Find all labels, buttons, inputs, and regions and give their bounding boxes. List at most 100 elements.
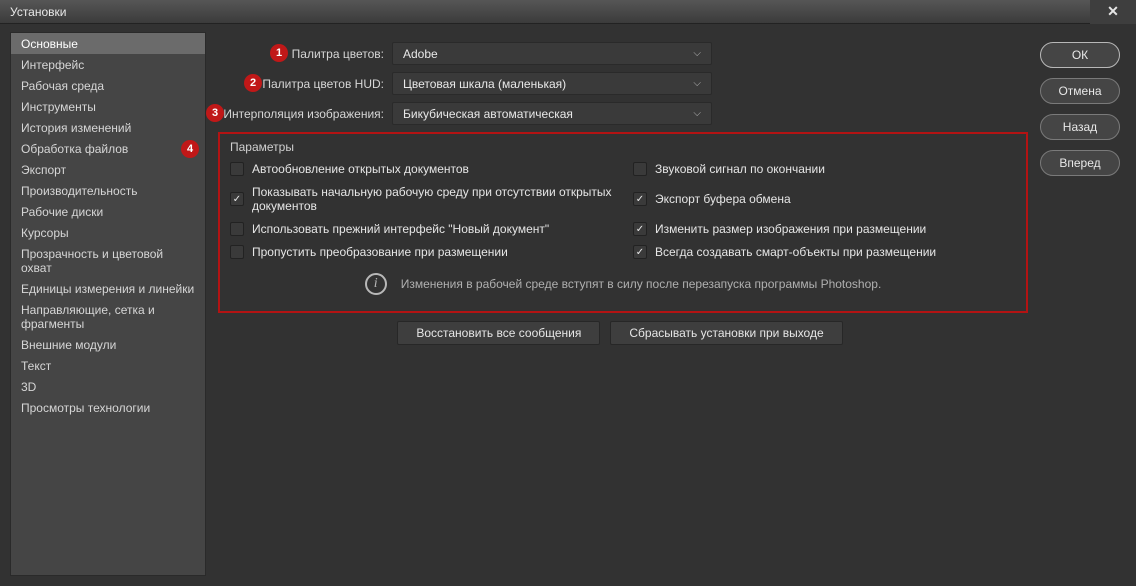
annotation-marker-1: 1 — [270, 44, 288, 62]
checkbox-smart-objects[interactable]: Всегда создавать смарт-объекты при разме… — [633, 245, 1016, 259]
sidebar-item-label: Прозрачность и цветовой охват — [21, 247, 163, 275]
window-title: Установки — [0, 5, 66, 19]
chevron-down-icon: ⌵ — [693, 78, 701, 89]
select-value: Adobe — [403, 47, 438, 61]
button-label: Вперед — [1059, 156, 1100, 170]
sidebar-item-label: 3D — [21, 380, 36, 394]
sidebar-item-label: Рабочая среда — [21, 79, 104, 93]
sidebar-item-filehandling[interactable]: Обработка файлов 4 — [11, 138, 205, 159]
checkbox-box — [633, 192, 647, 206]
reset-on-quit-button[interactable]: Сбрасывать установки при выходе — [610, 321, 842, 345]
checkbox-box — [230, 222, 244, 236]
row-hud-picker: 2 Палитра цветов HUD: Цветовая шкала (ма… — [212, 72, 1028, 95]
checkbox-box — [230, 162, 244, 176]
select-value: Цветовая шкала (маленькая) — [403, 77, 566, 91]
label-interpolation: Интерполяция изображения: — [212, 107, 392, 121]
chevron-down-icon: ⌵ — [693, 108, 701, 119]
label-color-picker: Палитра цветов: — [212, 47, 392, 61]
checkbox-label: Изменить размер изображения при размещен… — [655, 222, 926, 236]
sidebar-item-performance[interactable]: Производительность — [11, 180, 205, 201]
checkbox-box — [230, 192, 244, 206]
checkbox-resize-on-place[interactable]: Изменить размер изображения при размещен… — [633, 222, 1016, 236]
prev-button[interactable]: Назад — [1040, 114, 1120, 140]
checkbox-export-clipboard[interactable]: Экспорт буфера обмена — [633, 185, 1016, 213]
annotation-marker-4: 4 — [181, 140, 199, 158]
ok-button[interactable]: ОК — [1040, 42, 1120, 68]
row-interpolation: 3 Интерполяция изображения: Бикубическая… — [212, 102, 1028, 125]
sidebar: Основные Интерфейс Рабочая среда Инструм… — [10, 32, 206, 576]
sidebar-item-label: Обработка файлов — [21, 142, 128, 156]
checkbox-label: Всегда создавать смарт-объекты при разме… — [655, 245, 936, 259]
sidebar-item-label: Просмотры технологии — [21, 401, 150, 415]
sidebar-item-tech-previews[interactable]: Просмотры технологии — [11, 397, 205, 418]
checkbox-box — [633, 162, 647, 176]
sidebar-item-cursors[interactable]: Курсоры — [11, 222, 205, 243]
checkbox-label: Экспорт буфера обмена — [655, 192, 791, 206]
sidebar-item-tools[interactable]: Инструменты — [11, 96, 205, 117]
sidebar-item-label: Интерфейс — [21, 58, 84, 72]
row-color-picker: 1 Палитра цветов: Adobe ⌵ — [212, 42, 1028, 65]
sidebar-item-label: История изменений — [21, 121, 131, 135]
chevron-down-icon: ⌵ — [693, 48, 701, 59]
select-color-picker[interactable]: Adobe ⌵ — [392, 42, 712, 65]
params-group: Параметры Автообновление открытых докуме… — [218, 132, 1028, 313]
checkbox-label: Пропустить преобразование при размещении — [252, 245, 508, 259]
cancel-button[interactable]: Отмена — [1040, 78, 1120, 104]
params-checkboxes: Автообновление открытых документов Звуко… — [230, 162, 1016, 259]
params-legend: Параметры — [230, 140, 1016, 154]
sidebar-item-label: Текст — [21, 359, 51, 373]
checkbox-label: Использовать прежний интерфейс "Новый до… — [252, 222, 549, 236]
sidebar-item-label: Единицы измерения и линейки — [21, 282, 194, 296]
annotation-marker-3: 3 — [206, 104, 224, 122]
sidebar-item-type[interactable]: Текст — [11, 355, 205, 376]
checkbox-beep[interactable]: Звуковой сигнал по окончании — [633, 162, 1016, 176]
sidebar-item-scratch[interactable]: Рабочие диски — [11, 201, 205, 222]
select-value: Бикубическая автоматическая — [403, 107, 573, 121]
sidebar-item-guides[interactable]: Направляющие, сетка и фрагменты — [11, 299, 205, 334]
sidebar-item-units[interactable]: Единицы измерения и линейки — [11, 278, 205, 299]
sidebar-item-label: Инструменты — [21, 100, 96, 114]
sidebar-item-interface[interactable]: Интерфейс — [11, 54, 205, 75]
sidebar-item-history[interactable]: История изменений — [11, 117, 205, 138]
sidebar-item-general[interactable]: Основные — [11, 33, 205, 54]
sidebar-item-label: Рабочие диски — [21, 205, 103, 219]
sidebar-item-3d[interactable]: 3D — [11, 376, 205, 397]
button-label: ОК — [1072, 48, 1088, 62]
annotation-marker-2: 2 — [244, 74, 262, 92]
sidebar-item-label: Производительность — [21, 184, 137, 198]
info-icon: i — [365, 273, 387, 295]
content-panel: 1 Палитра цветов: Adobe ⌵ 2 Палитра цвет… — [212, 32, 1028, 576]
sidebar-item-export[interactable]: Экспорт — [11, 159, 205, 180]
sidebar-item-workspace[interactable]: Рабочая среда — [11, 75, 205, 96]
checkbox-show-start[interactable]: Показывать начальную рабочую среду при о… — [230, 185, 613, 213]
label-hud-picker: Палитра цветов HUD: — [212, 77, 392, 91]
close-icon: ✕ — [1107, 3, 1119, 20]
checkbox-box — [230, 245, 244, 259]
checkbox-skip-transform[interactable]: Пропустить преобразование при размещении — [230, 245, 613, 259]
titlebar: Установки ✕ — [0, 0, 1136, 24]
checkbox-label: Звуковой сигнал по окончании — [655, 162, 825, 176]
checkbox-box — [633, 245, 647, 259]
checkbox-auto-update[interactable]: Автообновление открытых документов — [230, 162, 613, 176]
select-interpolation[interactable]: Бикубическая автоматическая ⌵ — [392, 102, 712, 125]
checkbox-label: Автообновление открытых документов — [252, 162, 469, 176]
dialog-body: Основные Интерфейс Рабочая среда Инструм… — [10, 32, 1126, 576]
footer-buttons: Восстановить все сообщения Сбрасывать ус… — [212, 321, 1028, 345]
sidebar-item-label: Направляющие, сетка и фрагменты — [21, 303, 155, 331]
button-label: Назад — [1063, 120, 1097, 134]
checkbox-label: Показывать начальную рабочую среду при о… — [252, 185, 613, 213]
next-button[interactable]: Вперед — [1040, 150, 1120, 176]
dialog-buttons-column: ОК Отмена Назад Вперед — [1034, 32, 1126, 576]
sidebar-item-label: Основные — [21, 37, 78, 51]
checkbox-legacy-newdoc[interactable]: Использовать прежний интерфейс "Новый до… — [230, 222, 613, 236]
info-row: i Изменения в рабочей среде вступят в си… — [230, 273, 1016, 295]
checkbox-box — [633, 222, 647, 236]
select-hud-picker[interactable]: Цветовая шкала (маленькая) ⌵ — [392, 72, 712, 95]
sidebar-item-plugins[interactable]: Внешние модули — [11, 334, 205, 355]
info-text: Изменения в рабочей среде вступят в силу… — [401, 277, 882, 291]
button-label: Отмена — [1058, 84, 1101, 98]
close-button[interactable]: ✕ — [1090, 0, 1136, 24]
sidebar-item-transparency[interactable]: Прозрачность и цветовой охват — [11, 243, 205, 278]
reset-warnings-button[interactable]: Восстановить все сообщения — [397, 321, 600, 345]
sidebar-item-label: Курсоры — [21, 226, 69, 240]
